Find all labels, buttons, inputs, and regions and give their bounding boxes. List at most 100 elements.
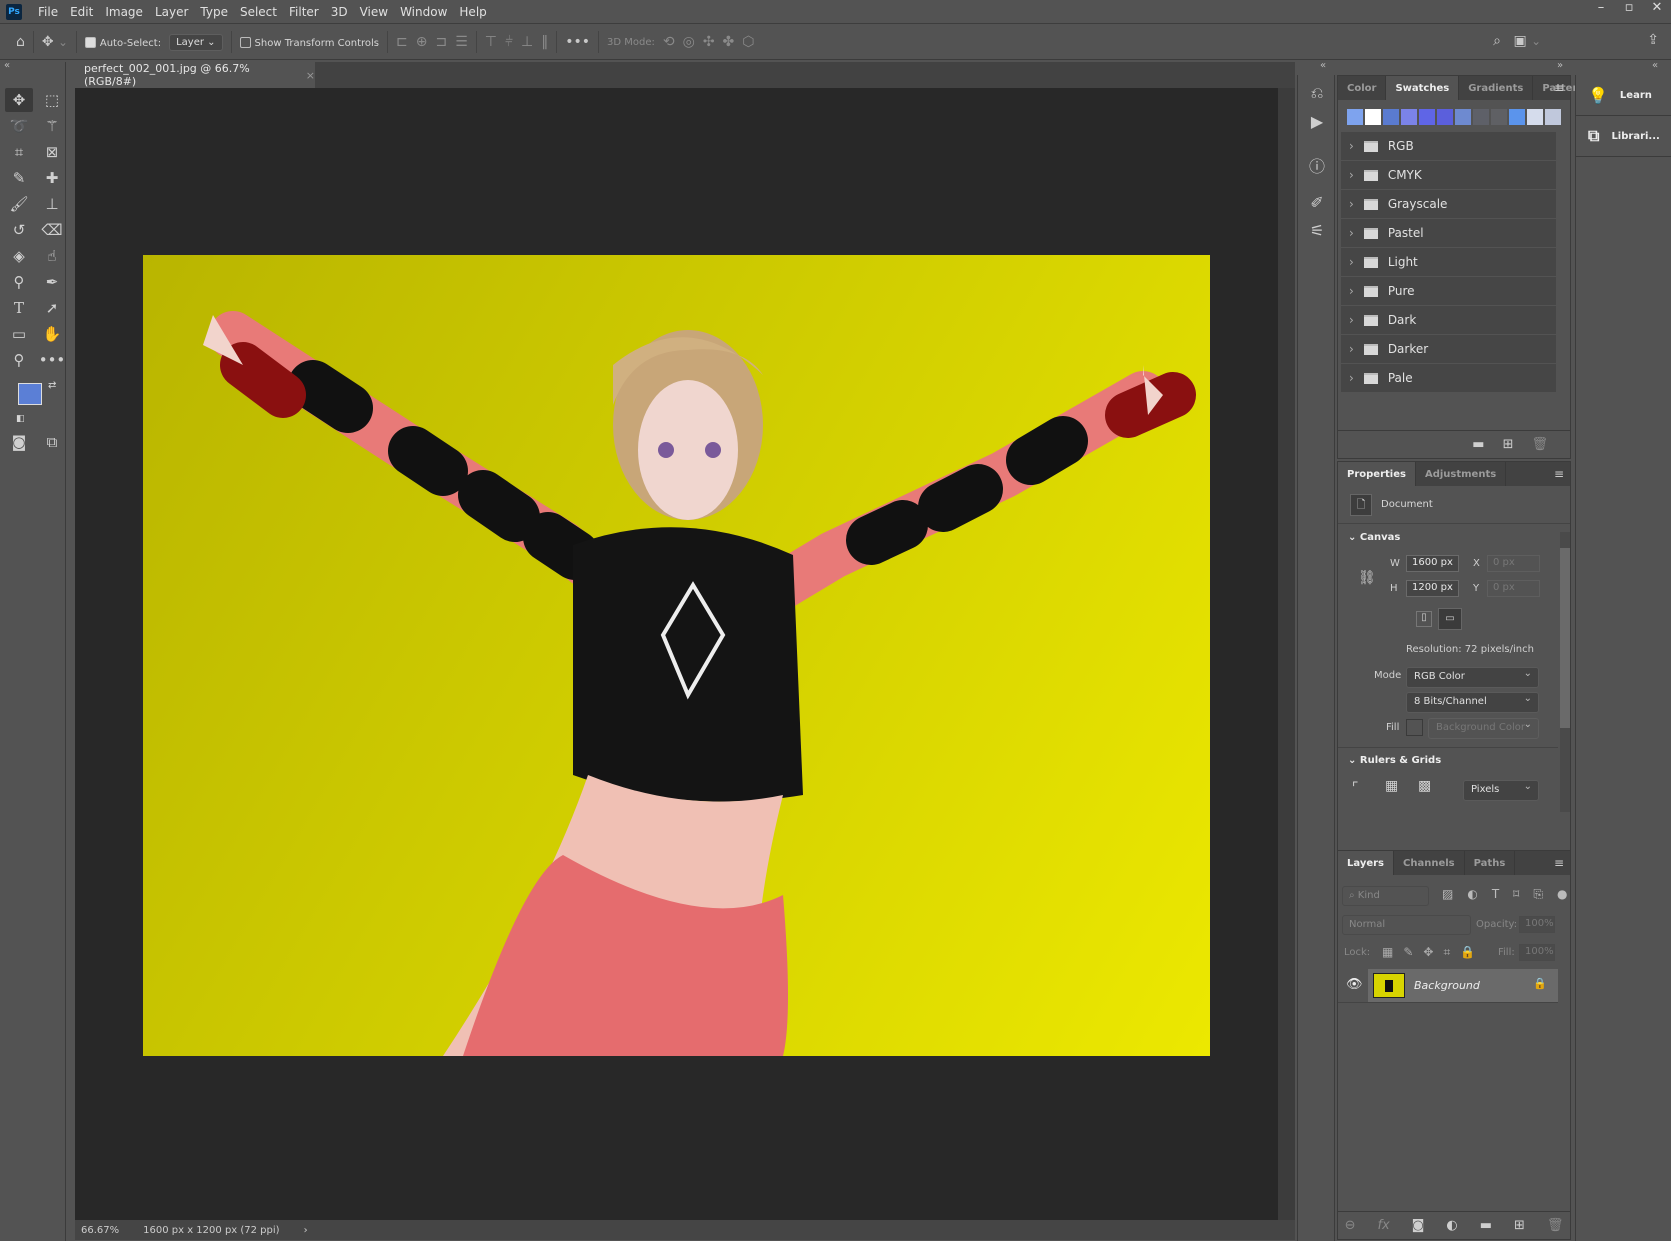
tab-adjustments[interactable]: Adjustments [1416,462,1507,486]
history-brush-tool-icon[interactable]: ↺ [5,218,33,242]
search-icon[interactable]: ⌕ [1493,33,1501,49]
filter-toggle[interactable]: ● [1557,887,1567,902]
grid-icon[interactable]: ▦ [1385,778,1398,794]
swatch-group-cmyk[interactable]: › CMYK [1341,161,1556,189]
align-top-icon[interactable]: ⊤ [485,34,497,50]
new-layer-icon[interactable]: ⊞ [1514,1218,1525,1233]
layer-style-icon[interactable]: fx [1377,1218,1389,1233]
swatch-4[interactable] [1419,109,1435,125]
collapse-icons-icon[interactable]: « [1320,60,1326,71]
swatch-group-rgb[interactable]: › RGB [1341,132,1556,160]
x-field[interactable]: 0 px [1487,555,1540,572]
swatch-10[interactable] [1527,109,1543,125]
crop-tool-icon[interactable]: ⌗ [5,140,33,164]
3d-slide-icon[interactable]: ✤ [723,34,735,50]
menu-help[interactable]: Help [453,5,492,19]
landscape-orientation-icon[interactable]: ▭ [1438,608,1462,630]
pen-tool-icon[interactable]: ✒ [38,270,66,294]
3d-orbit-icon[interactable]: ⟲ [663,34,675,50]
menu-image[interactable]: Image [99,5,149,19]
delete-layer-icon[interactable]: 🗑 [1547,1218,1564,1233]
properties-scrollbar[interactable] [1560,532,1570,812]
layer-name[interactable]: Background [1414,979,1480,992]
swatch-8[interactable] [1491,109,1507,125]
menu-select[interactable]: Select [234,5,283,19]
menu-edit[interactable]: Edit [64,5,99,19]
panel-menu-icon[interactable]: ≡ [1554,81,1564,95]
distribute-icon[interactable]: ☰ [455,34,468,50]
auto-select-checkbox[interactable]: Auto-Select: [84,36,161,49]
3d-scale-icon[interactable]: ⬡ [742,34,754,50]
chevron-right-icon[interactable]: › [1349,313,1354,327]
swatch-group-pale[interactable]: › Pale [1341,364,1556,392]
lock-image-icon[interactable]: ✎ [1403,945,1413,960]
opacity-field[interactable]: 100% [1519,916,1555,933]
delete-swatch-icon[interactable]: 🗑 [1531,437,1548,452]
zoom-tool-icon[interactable]: ⚲ [5,348,33,372]
zoom-level[interactable]: 66.67% [81,1225,119,1236]
pixel-grid-icon[interactable]: ▩ [1418,778,1431,794]
lasso-tool-icon[interactable]: ➰ [5,114,33,138]
swatch-group-darker[interactable]: › Darker [1341,335,1556,363]
share-icon[interactable]: ⇪ [1647,32,1659,48]
filter-type-icon[interactable]: T [1492,887,1499,902]
move-tool-icon[interactable]: ✥ [5,88,33,112]
image-canvas[interactable] [143,255,1210,1056]
menu-view[interactable]: View [354,5,394,19]
swatch-9[interactable] [1509,109,1525,125]
foreground-color-swatch[interactable] [18,383,42,405]
show-transform-controls-checkbox[interactable]: Show Transform Controls [239,36,379,49]
tab-swatches[interactable]: Swatches [1386,76,1460,100]
lock-transparent-icon[interactable]: ▦ [1382,945,1393,960]
learn-panel-button[interactable]: 💡 Learn [1576,75,1671,116]
link-dimensions-icon[interactable]: ⛓ [1358,570,1376,586]
close-tab-icon[interactable]: × [306,69,315,82]
swatch-1[interactable] [1365,109,1381,125]
chevron-right-icon[interactable]: › [1349,284,1354,298]
tab-layers[interactable]: Layers [1338,851,1394,875]
auto-select-target-dropdown[interactable]: Layer ⌄ [169,33,223,51]
swatch-group-grayscale[interactable]: › Grayscale [1341,190,1556,218]
chevron-right-icon[interactable]: › [1349,371,1354,385]
tab-gradients[interactable]: Gradients [1459,76,1534,100]
align-left-icon[interactable]: ⊏ [396,34,408,50]
tab-color[interactable]: Color [1338,76,1387,100]
swap-colors-icon[interactable]: ⇄ [48,380,56,391]
chevron-right-icon[interactable]: › [1349,139,1354,153]
new-adjustment-layer-icon[interactable]: ◐ [1446,1218,1457,1233]
history-icon[interactable]: ⎌ [1298,83,1336,103]
swatch-5[interactable] [1437,109,1453,125]
tab-channels[interactable]: Channels [1394,851,1465,875]
new-group-icon[interactable]: ▬ [1472,437,1484,452]
align-middle-icon[interactable]: ⫩ [505,34,513,50]
swatch-group-pure[interactable]: › Pure [1341,277,1556,305]
filter-pixel-icon[interactable]: ▨ [1442,887,1453,902]
panel-menu-icon[interactable]: ≡ [1554,856,1564,870]
collapse-right-icon[interactable]: « [1652,60,1658,71]
collapse-toolbar-icon[interactable]: « [4,60,10,71]
swatch-7[interactable] [1473,109,1489,125]
visibility-eye-icon[interactable]: 👁 [1346,977,1363,992]
menu-window[interactable]: Window [394,5,453,19]
menu-layer[interactable]: Layer [149,5,194,19]
canvas-section-header[interactable]: ⌄ Canvas [1348,532,1400,543]
swatch-group-pastel[interactable]: › Pastel [1341,219,1556,247]
type-tool-icon[interactable]: T [5,296,33,320]
hand-tool-icon[interactable]: ✋ [38,322,66,346]
dodge-tool-icon[interactable]: ⚲ [5,270,33,294]
chevron-right-icon[interactable]: › [1349,226,1354,240]
path-selection-tool-icon[interactable]: ➚ [38,296,66,320]
align-right-icon[interactable]: ⊐ [435,34,447,50]
swatch-0[interactable] [1347,109,1363,125]
link-layers-icon[interactable]: ⊖ [1345,1218,1356,1233]
document-scrollbar[interactable] [1278,88,1295,1220]
swatch-group-dark[interactable]: › Dark [1341,306,1556,334]
clone-stamp-tool-icon[interactable]: ⊥ [38,192,66,216]
brush-tool-icon[interactable]: 🖌 [5,192,33,216]
chevron-right-icon[interactable]: › [1349,255,1354,269]
ruler-icon[interactable]: ⌜ [1352,780,1359,796]
chevron-right-icon[interactable]: › [1349,342,1354,356]
rectangle-tool-icon[interactable]: ▭ [5,322,33,346]
more-tools-icon[interactable]: ••• [38,348,66,372]
swatch-2[interactable] [1383,109,1399,125]
